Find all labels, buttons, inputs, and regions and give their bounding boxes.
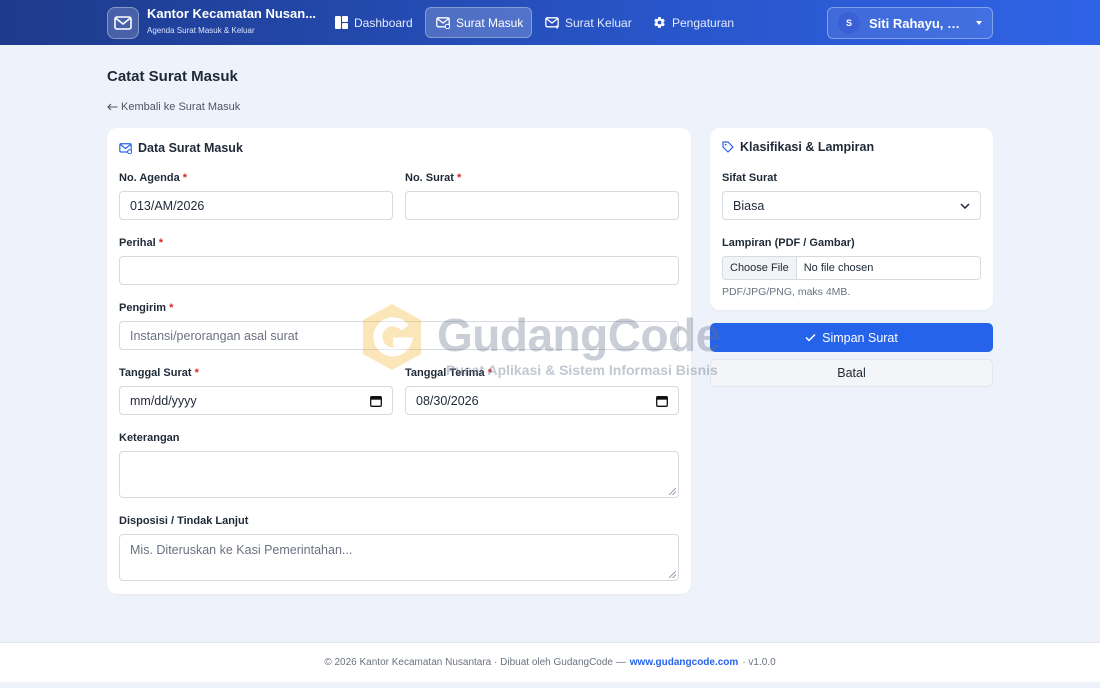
save-button[interactable]: Simpan Surat [710,323,993,352]
lampiran-label: Lampiran (PDF / Gambar) [722,237,855,249]
check-icon [805,333,816,342]
save-button-label: Simpan Surat [822,330,898,345]
user-name: Siti Rahayu, S.A... [869,15,967,31]
nav-pengaturan[interactable]: Pengaturan [643,7,744,38]
footer-link[interactable]: www.gudangcode.com [630,657,739,668]
choose-file-button[interactable]: Choose File [723,257,797,279]
footer-version: · v1.0.0 [742,657,776,668]
lampiran-file-input[interactable]: Choose File No file chosen [722,256,981,280]
perihal-input[interactable] [119,256,679,285]
tanggal-terima-value: 08/30/2026 [416,393,479,408]
calendar-icon[interactable] [370,395,382,407]
disposisi-textarea[interactable]: Mis. Diteruskan ke Kasi Pemerintahan... [119,534,679,581]
no-agenda-value: 013/AM/2026 [130,198,205,213]
watermark-subtitle: Pusat Aplikasi & Sistem Informasi Bisnis [446,362,718,378]
gear-icon [654,17,665,28]
pengirim-label: Pengirim * [119,302,173,314]
keterangan-label: Keterangan [119,432,180,444]
resize-handle-icon[interactable] [669,488,676,495]
required-mark: * [169,302,174,314]
required-mark: * [182,172,188,184]
disposisi-placeholder: Mis. Diteruskan ke Kasi Pemerintahan... [130,543,353,557]
sifat-surat-label: Sifat Surat [722,172,778,184]
lampiran-help-text: PDF/JPG/PNG, maks 4MB. [722,286,851,298]
back-link-label: Kembali ke Surat Masuk [121,101,241,113]
no-agenda-label-text: No. Agenda [119,172,180,184]
tanggal-terima-input[interactable]: 08/30/2026 [405,386,679,415]
nav-surat-masuk[interactable]: Surat Masuk [425,7,532,38]
classification-card-title: Klasifikasi & Lampiran [740,140,875,154]
footer: © 2026 Kantor Kecamatan Nusantara · Dibu… [0,642,1100,682]
arrow-left-icon [107,103,118,111]
sifat-surat-select[interactable]: Biasa [722,191,981,220]
nav-surat-masuk-label: Surat Masuk [456,15,524,30]
nav-dashboard-label: Dashboard [354,15,413,30]
back-link[interactable]: Kembali ke Surat Masuk [107,101,240,113]
required-mark: * [158,237,164,249]
no-surat-label: No. Surat * [405,172,461,184]
watermark-title: GudangCode [437,309,721,361]
caret-down-icon [976,21,982,25]
nav-dashboard[interactable]: Dashboard [325,7,423,38]
form-card-title: Data Surat Masuk [138,141,243,155]
nav-pengaturan-label: Pengaturan [672,15,735,30]
classification-card-header: Klasifikasi & Lampiran [722,140,874,154]
page-title: Catat Surat Masuk [107,68,238,85]
brand-logo-icon[interactable] [107,7,139,39]
required-mark: * [456,172,462,184]
mail-in-icon [119,142,132,154]
calendar-icon[interactable] [656,395,668,407]
mail-out-icon [545,16,559,29]
tanggal-surat-value: mm/dd/yyyy [130,393,197,408]
nav-surat-keluar[interactable]: Surat Keluar [535,7,642,38]
dashboard-icon [335,16,348,29]
no-agenda-label: No. Agenda * [119,172,187,184]
brand-subtitle: Agenda Surat Masuk & Keluar [147,26,255,35]
perihal-label: Perihal * [119,237,163,249]
no-agenda-input[interactable]: 013/AM/2026 [119,191,393,220]
disposisi-label: Disposisi / Tindak Lanjut [119,515,249,527]
top-navbar: Kantor Kecamatan Nusan... Agenda Surat M… [0,0,1100,45]
mail-in-icon [436,16,450,29]
tanggal-surat-input[interactable]: mm/dd/yyyy [119,386,393,415]
brand-title[interactable]: Kantor Kecamatan Nusan... [147,6,316,21]
tanggal-surat-label: Tanggal Surat * [119,367,199,379]
no-surat-input[interactable] [405,191,679,220]
chevron-down-icon [960,202,970,209]
perihal-label-text: Perihal [119,237,156,249]
file-status: No file chosen [803,262,874,274]
form-card-header: Data Surat Masuk [119,141,243,155]
resize-handle-icon[interactable] [669,571,676,578]
required-mark: * [194,367,199,379]
footer-text: © 2026 Kantor Kecamatan Nusantara · Dibu… [324,657,626,668]
pengirim-placeholder: Instansi/perorangan asal surat [130,328,299,343]
cancel-button[interactable]: Batal [710,359,993,387]
avatar: S [838,12,860,34]
no-surat-label-text: No. Surat [405,172,454,184]
keterangan-textarea[interactable] [119,451,679,498]
tag-icon [722,141,734,153]
tanggal-surat-label-text: Tanggal Surat [119,367,192,379]
sifat-surat-value: Biasa [733,198,765,213]
nav-surat-keluar-label: Surat Keluar [565,15,632,30]
cancel-button-label: Batal [837,366,866,380]
pengirim-label-text: Pengirim [119,302,167,314]
watermark-logo [363,304,421,370]
user-menu-button[interactable]: S Siti Rahayu, S.A... [827,7,993,39]
